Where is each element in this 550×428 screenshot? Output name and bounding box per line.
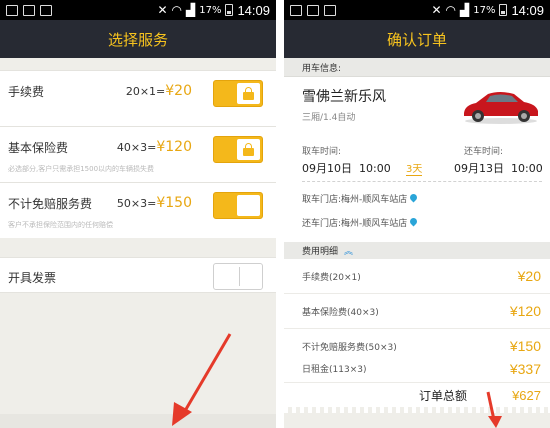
divider (302, 181, 542, 182)
status-bar: ✕ ◠ ▟ 17% 14:09 (0, 0, 276, 20)
service-row-handling-fee: 手续费 20×1=¥20 (0, 70, 276, 126)
service-row-deductible-waiver: 不计免赔服务费 50×3=¥150 客户不承担保险范围内的任何赔偿 (0, 182, 276, 238)
order-total-amount: ¥627 (512, 387, 541, 403)
pickup-time-label: 取车时间: (302, 147, 342, 157)
signal-icon: ▟ (459, 3, 470, 17)
fee-label: 基本保险费(40×3) (302, 307, 379, 318)
order-total-label: 订单总额 (419, 388, 468, 403)
service-price: 20×1=¥20 (125, 83, 192, 99)
service-toggle[interactable] (213, 192, 263, 219)
lock-icon (243, 143, 254, 156)
invoice-toggle[interactable] (213, 263, 263, 290)
service-price: 50×3=¥150 (116, 195, 192, 211)
location-pin-icon (410, 194, 417, 203)
battery-icon (499, 4, 508, 16)
service-toggle-locked[interactable] (213, 80, 263, 107)
fee-label: 不计免赔服务费(50×3) (302, 342, 397, 353)
return-store[interactable]: 还车门店:梅州-顺风车站店 (302, 216, 417, 229)
chevron-up-icon: ︽ (344, 247, 354, 257)
clock: 14:09 (237, 2, 270, 18)
page-title: 确认订单 (284, 20, 550, 58)
service-name: 不计免赔服务费 (8, 197, 93, 211)
service-row-basic-insurance: 基本保险费 40×3=¥120 必选部分,客户只需承担1500以内的车辆损失费 (0, 126, 276, 182)
receipt-edge (284, 407, 550, 413)
fee-amount: ¥20 (517, 268, 541, 284)
notification-icon (6, 4, 18, 16)
car-info-panel: 雪佛兰新乐风 三厢/1.4自动 取车时间: 还车时间: 09月10日 10:00… (284, 77, 550, 259)
status-bar: ✕ ◠ ▟ 17% 14:09 (284, 0, 550, 20)
service-name: 基本保险费 (8, 141, 69, 155)
notification-icon (290, 4, 302, 16)
mute-icon: ✕ (431, 3, 442, 17)
wifi-icon: ◠ (171, 3, 182, 17)
fee-row: 手续费(20×1) ¥20 (284, 259, 550, 294)
location-pin-icon (410, 218, 417, 227)
return-datetime: 09月13日 10:00 (454, 162, 543, 175)
car-info-header: 用车信息: (284, 58, 550, 77)
order-confirmation-screen: ✕ ◠ ▟ 17% 14:09 确认订单 用车信息: 雪佛兰新乐风 三厢/1.4… (284, 0, 550, 428)
mute-icon: ✕ (157, 3, 168, 17)
service-note: 必选部分,客户只需承担1500以内的车辆损失费 (8, 165, 155, 173)
page-title: 选择服务 (0, 20, 276, 58)
fee-label: 日租金(113×3) (302, 365, 367, 375)
service-selection-screen: ✕ ◠ ▟ 17% 14:09 选择服务 手续费 20×1=¥20 基本保险费 … (0, 0, 276, 428)
lock-icon (243, 87, 254, 100)
usb-icon (324, 4, 336, 16)
fee-row: 基本保险费(40×3) ¥120 (284, 294, 550, 329)
wifi-icon: ◠ (445, 3, 456, 17)
order-total-row: 订单总额 ¥627 (284, 383, 550, 407)
rental-days: 3天 (406, 160, 423, 176)
clock: 14:09 (511, 2, 544, 18)
pickup-datetime: 09月10日 10:00 (302, 162, 391, 175)
battery-percent: 17% (473, 4, 496, 16)
fee-amount: ¥150 (509, 338, 541, 354)
fee-amount: ¥120 (509, 303, 541, 319)
invoice-row: 开具发票 (0, 257, 276, 293)
invoice-label: 开具发票 (8, 271, 57, 285)
usb-icon (40, 4, 52, 16)
service-name: 手续费 (8, 85, 45, 99)
service-price: 40×3=¥120 (116, 139, 192, 155)
fee-list: 手续费(20×1) ¥20 基本保险费(40×3) ¥120 不计免赔服务费(5… (284, 259, 550, 364)
bottom-bar (0, 414, 276, 428)
fee-label: 手续费(20×1) (302, 272, 361, 283)
image-icon (307, 4, 319, 16)
car-name: 雪佛兰新乐风 (302, 89, 386, 105)
battery-icon (225, 4, 234, 16)
car-image (464, 92, 538, 124)
service-list: 手续费 20×1=¥20 基本保险费 40×3=¥120 必选部分,客户只需承担… (0, 70, 276, 238)
signal-icon: ▟ (185, 3, 196, 17)
service-toggle-locked[interactable] (213, 136, 263, 163)
fee-details-header[interactable]: 费用明细 ︽ (284, 242, 550, 259)
pickup-store[interactable]: 取车门店:梅州-顺风车站店 (302, 192, 417, 205)
battery-percent: 17% (199, 4, 222, 16)
fee-row: 日租金(113×3) ¥337 (284, 355, 550, 383)
image-icon (23, 4, 35, 16)
service-note: 客户不承担保险范围内的任何赔偿 (8, 221, 113, 229)
car-spec: 三厢/1.4自动 (302, 113, 356, 123)
fee-amount: ¥337 (509, 360, 541, 377)
return-time-label: 还车时间: (464, 147, 504, 157)
